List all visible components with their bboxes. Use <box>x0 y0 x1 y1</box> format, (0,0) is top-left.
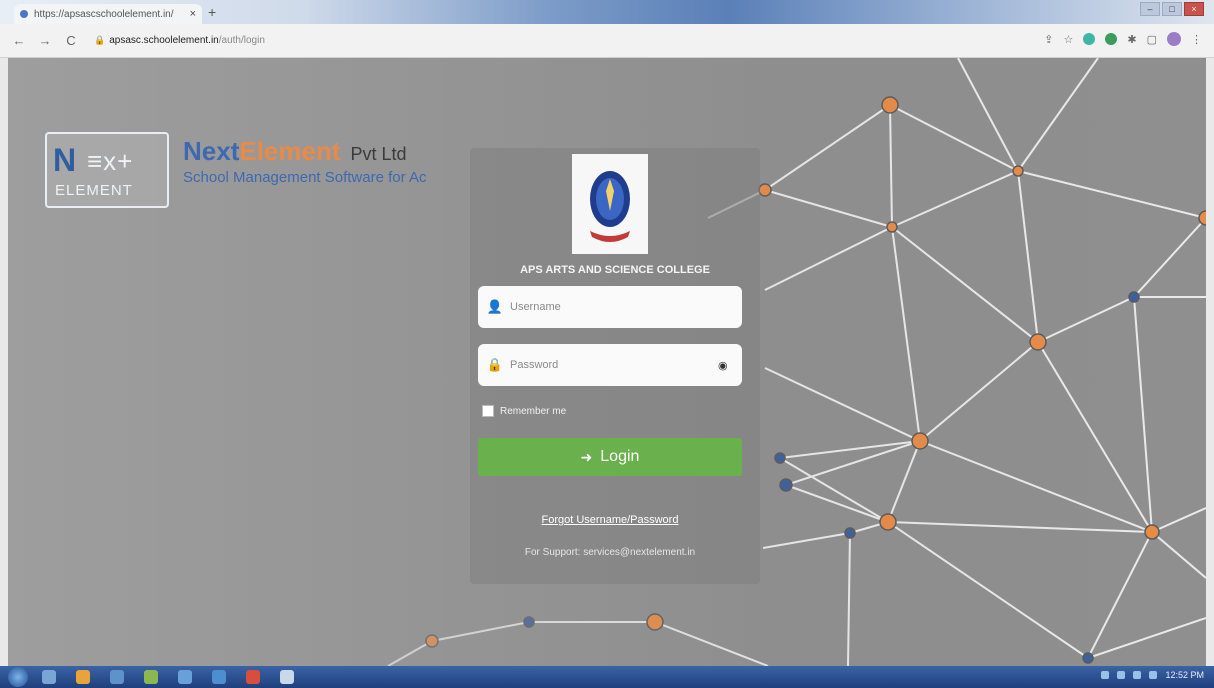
explorer-icon[interactable] <box>42 670 56 684</box>
brand-name-part2: Element <box>239 136 341 166</box>
menu-kebab-icon[interactable]: ⋮ <box>1191 33 1202 46</box>
username-placeholder: Username <box>510 301 561 313</box>
system-tray: 12:52 PM <box>1101 670 1204 680</box>
extension-icon[interactable] <box>1083 33 1096 45</box>
college-name: APS ARTS AND SCIENCE COLLEGE <box>520 264 710 276</box>
tab-close-icon[interactable]: × <box>190 8 196 20</box>
remember-me-label: Remember me <box>500 405 567 417</box>
maximize-button[interactable]: □ <box>1162 2 1182 16</box>
url-host: apsasc.schoolelement.in <box>109 35 219 46</box>
system-clock[interactable]: 12:52 PM <box>1165 670 1204 680</box>
profile-avatar[interactable] <box>1167 32 1181 46</box>
browser-tab[interactable]: https://apsascschoolelement.in/ × <box>14 4 202 24</box>
back-button[interactable]: ← <box>10 33 28 48</box>
college-emblem-icon <box>590 171 630 242</box>
tray-icon[interactable] <box>1101 671 1110 679</box>
browser-taskbar-icon[interactable] <box>212 670 226 684</box>
favicon-icon <box>20 10 28 18</box>
next-element-logo: N ≡x+ ELEMENT <box>45 132 169 208</box>
window-controls: – □ × <box>1140 2 1204 16</box>
username-field[interactable]: 👤 Username <box>478 286 742 328</box>
side-panel-icon[interactable]: ▢ <box>1147 33 1157 46</box>
minimize-button[interactable]: – <box>1140 2 1160 16</box>
start-button[interactable] <box>8 667 28 687</box>
brand-name-part1: Next <box>183 136 240 166</box>
windows-taskbar: 12:52 PM <box>0 666 1214 688</box>
password-field[interactable]: 🔒 Password ◉ <box>478 344 742 386</box>
college-logo <box>572 154 648 254</box>
brand-text: NextElement Pvt Ltd School Management Sof… <box>183 136 463 186</box>
new-tab-button[interactable]: + <box>208 4 216 20</box>
share-icon[interactable]: ⇪ <box>1044 33 1053 46</box>
app-icon[interactable] <box>110 670 124 684</box>
secure-lock-icon: 🔒 <box>94 35 106 45</box>
screen: https://apsascschoolelement.in/ × + – □ … <box>0 0 1214 688</box>
tab-title: https://apsascschoolelement.in/ <box>34 8 174 20</box>
brand-header: N ≡x+ ELEMENT NextElement Pvt Ltd School … <box>45 132 463 208</box>
bookmark-star-icon[interactable]: ☆ <box>1064 33 1074 46</box>
app-icon[interactable] <box>178 670 192 684</box>
tab-strip: https://apsascschoolelement.in/ × + – □ … <box>0 0 1214 24</box>
network-icon[interactable] <box>1133 671 1142 679</box>
address-bar: ← → C 🔒 apsasc.schoolelement.in /auth/lo… <box>0 24 1214 58</box>
media-icon[interactable] <box>76 670 90 684</box>
login-page: N ≡x+ ELEMENT NextElement Pvt Ltd School … <box>8 58 1206 666</box>
brand-suffix: Pvt Ltd <box>350 144 407 164</box>
forward-button[interactable]: → <box>36 33 54 48</box>
remember-me[interactable]: Remember me <box>482 405 566 417</box>
logo-letter: N <box>53 142 77 178</box>
extensions-puzzle-icon[interactable]: ✱ <box>1127 33 1136 46</box>
brand-tagline: School Management Software for Ac <box>183 169 427 186</box>
extension-icon[interactable] <box>1105 33 1118 45</box>
reload-button[interactable]: C <box>62 33 80 48</box>
close-window-button[interactable]: × <box>1184 2 1204 16</box>
url-field[interactable]: 🔒 apsasc.schoolelement.in /auth/login <box>94 35 265 46</box>
logo-word: ELEMENT <box>55 182 133 199</box>
password-placeholder: Password <box>510 359 559 371</box>
eye-icon[interactable]: ◉ <box>718 359 742 372</box>
remember-me-checkbox[interactable] <box>482 405 494 417</box>
user-icon: 👤 <box>486 299 504 314</box>
support-text: For Support: services@nextelement.in <box>524 547 696 558</box>
browser-toolbar-icons: ⇪ ☆ ✱ ▢ ⋮ <box>1044 32 1202 46</box>
forgot-password-link[interactable]: Forgot Username/Password <box>470 514 750 526</box>
login-button-label: Login <box>600 448 640 465</box>
tray-icon[interactable] <box>1117 671 1126 679</box>
app-icon[interactable] <box>280 670 294 684</box>
chrome-taskbar-icon[interactable] <box>246 670 260 684</box>
lock-icon: 🔒 <box>486 357 504 372</box>
app-icon[interactable] <box>144 670 158 684</box>
brand-name: NextElement Pvt Ltd <box>183 136 463 167</box>
sign-in-icon: ➜ <box>580 448 593 465</box>
login-panel: APS ARTS AND SCIENCE COLLEGE 👤 Username … <box>470 148 760 584</box>
login-button[interactable]: ➜ Login <box>478 438 742 476</box>
logo-ext-mark: ≡x+ <box>87 146 134 176</box>
url-path: /auth/login <box>218 35 265 46</box>
volume-icon[interactable] <box>1149 671 1158 679</box>
